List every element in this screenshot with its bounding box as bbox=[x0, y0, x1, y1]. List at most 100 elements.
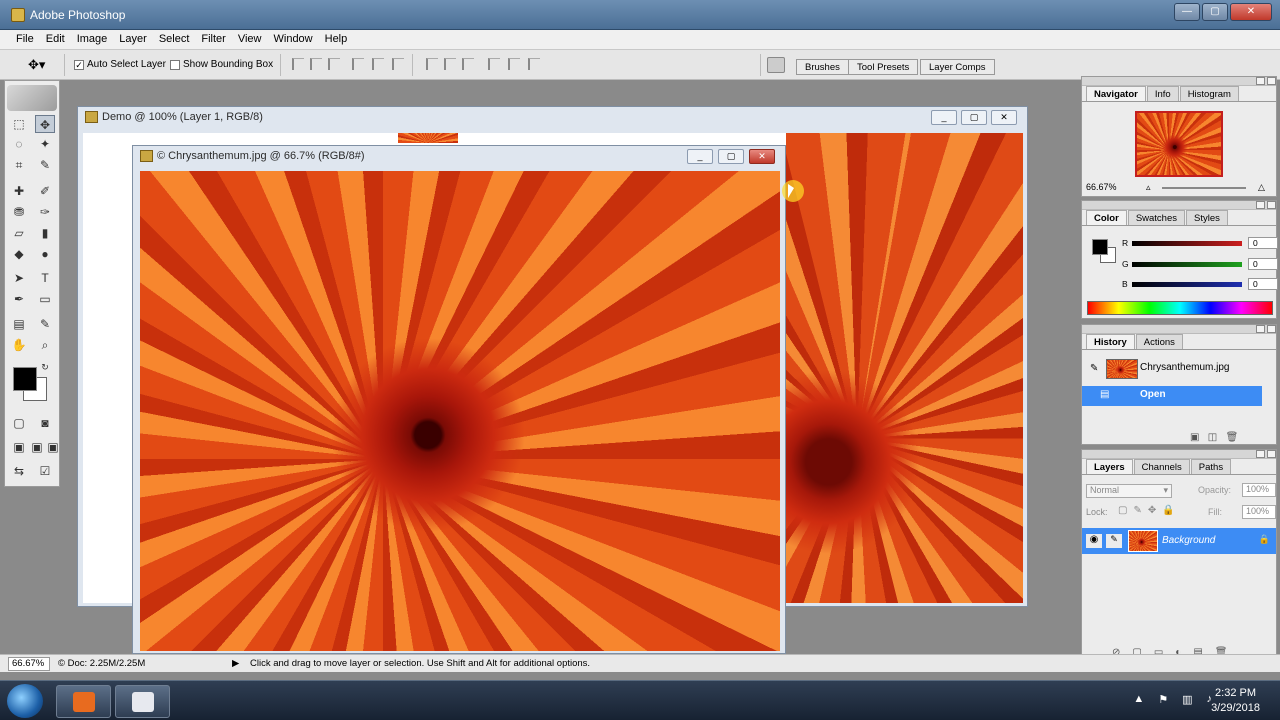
doc-size-info[interactable]: © Doc: 2.25M/2.25M bbox=[58, 658, 145, 669]
zoom-in-icon[interactable]: △ bbox=[1258, 182, 1265, 193]
doc-close-button[interactable]: ✕ bbox=[749, 149, 775, 164]
edit-in-imageready-icon[interactable]: ☑ bbox=[35, 462, 55, 480]
doc-maximize-button[interactable]: ▢ bbox=[961, 110, 987, 125]
tab-paths[interactable]: Paths bbox=[1190, 459, 1232, 474]
color-spectrum-bar[interactable] bbox=[1087, 301, 1273, 315]
clone-stamp-tool-icon[interactable]: ⛃ bbox=[9, 203, 29, 221]
taskbar-photoshop-button[interactable] bbox=[115, 685, 170, 718]
brush-link-icon[interactable]: ✎ bbox=[1106, 534, 1122, 548]
marquee-tool-icon[interactable]: ⬚ bbox=[9, 115, 29, 133]
menu-edit[interactable]: Edit bbox=[40, 30, 71, 49]
tab-info[interactable]: Info bbox=[1146, 86, 1179, 101]
new-snapshot-icon[interactable]: ◫ bbox=[1208, 432, 1217, 443]
rectangle-tool-icon[interactable]: ▭ bbox=[35, 290, 55, 308]
tab-swatches[interactable]: Swatches bbox=[1127, 210, 1185, 225]
palette-close-button[interactable] bbox=[1267, 77, 1276, 85]
jump-to-imageready-icon[interactable]: ⇆ bbox=[9, 462, 29, 480]
tab-styles[interactable]: Styles bbox=[1186, 210, 1228, 225]
standard-screen-mode-icon[interactable]: ▣ bbox=[9, 438, 29, 456]
palette-close-button[interactable] bbox=[1267, 450, 1276, 458]
magic-wand-tool-icon[interactable]: ✦ bbox=[35, 135, 55, 153]
tab-layers[interactable]: Layers bbox=[1086, 459, 1133, 474]
pen-tool-icon[interactable]: ✒ bbox=[9, 290, 29, 308]
tab-color[interactable]: Color bbox=[1086, 210, 1127, 225]
navigator-thumbnail[interactable] bbox=[1135, 111, 1223, 177]
align-horizontal-center-icon[interactable] bbox=[372, 58, 384, 70]
history-state-row[interactable]: ▤ Open bbox=[1082, 386, 1262, 406]
palette-minimize-button[interactable] bbox=[1256, 77, 1265, 85]
tab-histogram[interactable]: Histogram bbox=[1179, 86, 1239, 101]
color-fg-swatch[interactable] bbox=[1092, 239, 1108, 255]
distribute-hcenter-icon[interactable] bbox=[508, 58, 520, 70]
move-tool-icon[interactable]: ✥ bbox=[35, 115, 55, 133]
menu-layer[interactable]: Layer bbox=[113, 30, 153, 49]
tab-brushes[interactable]: Brushes bbox=[796, 59, 849, 75]
lock-icons[interactable]: ▢✎✥🔒 bbox=[1118, 505, 1181, 516]
align-left-icon[interactable] bbox=[352, 58, 364, 70]
eraser-tool-icon[interactable]: ▱ bbox=[9, 224, 29, 242]
value-r[interactable]: 0 bbox=[1248, 237, 1278, 249]
menu-file[interactable]: File bbox=[10, 30, 40, 49]
maximize-button[interactable]: ▢ bbox=[1202, 3, 1228, 21]
eye-icon[interactable]: ◉ bbox=[1086, 534, 1102, 548]
align-top-icon[interactable] bbox=[292, 58, 304, 70]
blur-tool-icon[interactable]: ◆ bbox=[9, 245, 29, 263]
tab-tool-presets[interactable]: Tool Presets bbox=[848, 59, 919, 75]
chrysanthemum-canvas[interactable] bbox=[140, 171, 780, 651]
distribute-top-icon[interactable] bbox=[426, 58, 438, 70]
fill-field[interactable]: 100% bbox=[1242, 505, 1276, 519]
align-vertical-center-icon[interactable] bbox=[310, 58, 322, 70]
value-g[interactable]: 0 bbox=[1248, 258, 1278, 270]
minimize-button[interactable]: — bbox=[1174, 3, 1200, 21]
distribute-left-icon[interactable] bbox=[488, 58, 500, 70]
lasso-tool-icon[interactable]: ◌ bbox=[9, 135, 29, 153]
palette-minimize-button[interactable] bbox=[1256, 201, 1265, 209]
show-bounding-box-checkbox[interactable]: Show Bounding Box bbox=[170, 59, 273, 70]
doc-maximize-button[interactable]: ▢ bbox=[718, 149, 744, 164]
crop-tool-icon[interactable]: ⌗ bbox=[9, 156, 29, 174]
slider-b[interactable] bbox=[1132, 281, 1242, 287]
menu-select[interactable]: Select bbox=[153, 30, 196, 49]
healing-brush-tool-icon[interactable]: ✚ bbox=[9, 182, 29, 200]
tab-navigator[interactable]: Navigator bbox=[1086, 86, 1146, 101]
trash-icon[interactable]: 🗑 bbox=[1226, 432, 1239, 443]
distribute-bottom-icon[interactable] bbox=[462, 58, 474, 70]
slice-tool-icon[interactable]: ✎ bbox=[35, 156, 55, 174]
distribute-center-icon[interactable] bbox=[444, 58, 456, 70]
blend-mode-select[interactable]: Normal ▾ bbox=[1086, 484, 1172, 498]
value-b[interactable]: 0 bbox=[1248, 278, 1278, 290]
tab-history[interactable]: History bbox=[1086, 334, 1135, 349]
slider-r[interactable] bbox=[1132, 240, 1242, 246]
clock[interactable]: 2:32 PM 3/29/2018 bbox=[1211, 686, 1260, 716]
standard-mode-icon[interactable]: ▢ bbox=[9, 414, 29, 432]
show-hidden-icons-icon[interactable]: ▲ bbox=[1133, 693, 1144, 706]
palette-minimize-button[interactable] bbox=[1256, 450, 1265, 458]
history-brush-tool-icon[interactable]: ✑ bbox=[35, 203, 55, 221]
menu-view[interactable]: View bbox=[232, 30, 268, 49]
align-bottom-icon[interactable] bbox=[328, 58, 340, 70]
distribute-right-icon[interactable] bbox=[528, 58, 540, 70]
zoom-out-icon[interactable]: ▵ bbox=[1146, 182, 1151, 193]
document-window-chrysanthemum[interactable]: © Chrysanthemum.jpg @ 66.7% (RGB/8#) _ ▢… bbox=[132, 145, 786, 654]
tab-layer-comps[interactable]: Layer Comps bbox=[920, 59, 995, 75]
doc-close-button[interactable]: ✕ bbox=[991, 110, 1017, 125]
palette-close-button[interactable] bbox=[1267, 201, 1276, 209]
brush-tool-icon[interactable]: ✐ bbox=[35, 182, 55, 200]
path-selection-tool-icon[interactable]: ➤ bbox=[9, 269, 29, 287]
opacity-field[interactable]: 100% bbox=[1242, 483, 1276, 497]
foreground-color-swatch[interactable] bbox=[13, 367, 37, 391]
start-button[interactable] bbox=[7, 684, 43, 718]
action-center-icon[interactable]: ⚑ bbox=[1158, 693, 1168, 706]
doc-minimize-button[interactable]: _ bbox=[931, 110, 957, 125]
eyedropper-tool-icon[interactable]: ✎ bbox=[35, 315, 55, 333]
menu-help[interactable]: Help bbox=[319, 30, 354, 49]
hand-tool-icon[interactable]: ✋ bbox=[9, 336, 29, 354]
doc-minimize-button[interactable]: _ bbox=[687, 149, 713, 164]
auto-select-layer-checkbox[interactable]: ✓ Auto Select Layer bbox=[74, 59, 166, 70]
gradient-tool-icon[interactable]: ▮ bbox=[35, 224, 55, 242]
align-right-icon[interactable] bbox=[392, 58, 404, 70]
status-arrow-icon[interactable]: ▶ bbox=[232, 658, 239, 669]
navigator-zoom-field[interactable]: 66.67% bbox=[1086, 182, 1117, 192]
menu-filter[interactable]: Filter bbox=[195, 30, 231, 49]
type-tool-icon[interactable]: T bbox=[35, 269, 55, 287]
